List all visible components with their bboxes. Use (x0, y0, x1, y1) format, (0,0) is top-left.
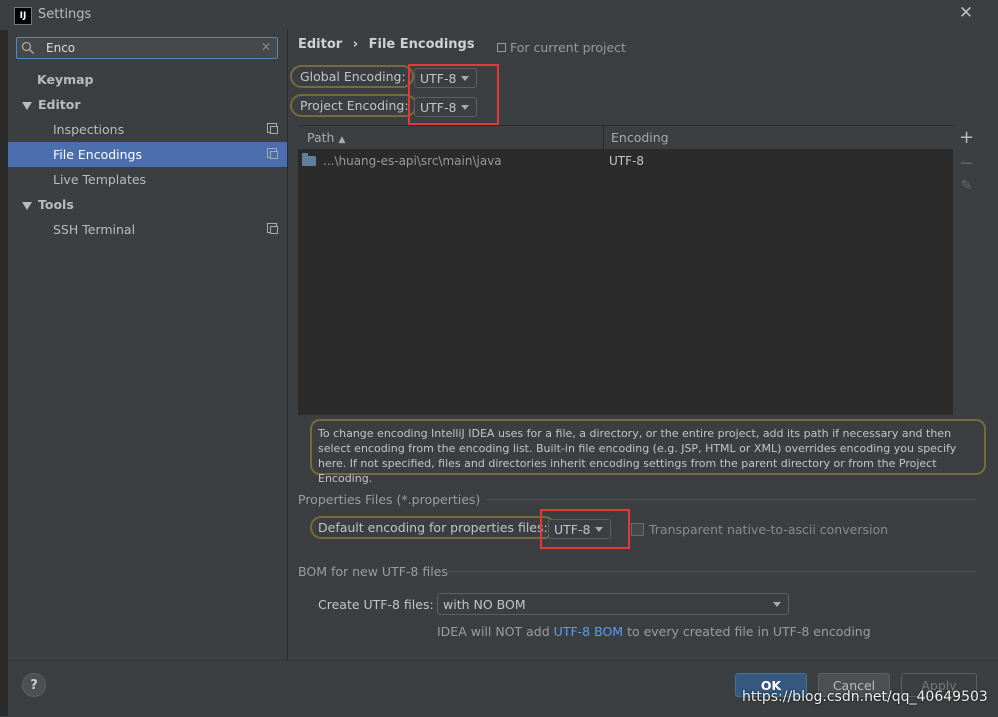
create-utf8-dropdown[interactable]: with NO BOM (437, 593, 789, 615)
create-utf8-label: Create UTF-8 files: (318, 597, 434, 612)
transparent-native-checkbox[interactable] (631, 523, 644, 536)
sidebar-item-label: Keymap (37, 72, 94, 87)
title-bar (0, 0, 998, 31)
edit-icon[interactable]: ✎ (955, 178, 978, 194)
column-header-path[interactable]: Path ▲ (307, 130, 345, 145)
properties-default-label: Default encoding for properties files: (310, 516, 556, 539)
utf8-bom-link[interactable]: UTF-8 BOM (554, 624, 623, 639)
app-icon: IJ (14, 7, 32, 25)
background-editor-strip (0, 30, 8, 716)
section-separator (486, 499, 976, 500)
project-scope-icon (267, 123, 278, 134)
sort-asc-icon: ▲ (338, 135, 346, 145)
close-icon[interactable]: ✕ (956, 3, 976, 25)
search-value: Enco (46, 41, 76, 55)
project-scope-icon (267, 223, 278, 234)
sidebar-item-file-encodings[interactable]: File Encodings (8, 142, 287, 167)
help-button[interactable]: ? (22, 673, 46, 697)
search-input[interactable]: Enco ✕ (16, 37, 278, 59)
global-encoding-label: Global Encoding: (290, 65, 414, 88)
folder-icon (302, 153, 316, 166)
transparent-native-label: Transparent native-to-ascii conversion (649, 522, 889, 537)
table-toolbar: + − ✎ (955, 125, 978, 415)
chevron-down-icon (461, 76, 469, 81)
breadcrumb-parent[interactable]: Editor (298, 37, 342, 52)
table-cell-encoding: UTF-8 (609, 154, 644, 168)
sidebar-item-label: Tools (38, 197, 74, 212)
window-title: Settings (38, 7, 92, 22)
chevron-down-icon (595, 527, 603, 532)
section-separator (447, 571, 976, 572)
properties-section-title: Properties Files (*.properties) (298, 492, 481, 507)
project-scope-icon (497, 43, 506, 52)
sidebar-item-editor[interactable]: Editor (8, 92, 287, 117)
table-row[interactable]: ...\huang-es-api\src\main\java UTF-8 (298, 150, 953, 172)
sidebar-item-label: Editor (38, 97, 81, 112)
column-divider (603, 126, 604, 149)
sidebar-item-inspections[interactable]: Inspections (8, 117, 287, 142)
table-cell-path: ...\huang-es-api\src\main\java (323, 154, 502, 168)
search-icon (21, 41, 34, 54)
bom-section-title: BOM for new UTF-8 files (298, 564, 448, 579)
sidebar-item-tools[interactable]: Tools (8, 192, 287, 217)
sidebar-item-label: Inspections (53, 122, 125, 137)
chevron-down-icon (461, 105, 469, 110)
sidebar-item-label: SSH Terminal (53, 222, 136, 237)
project-encoding-label: Project Encoding: (290, 94, 417, 117)
table-header: Path ▲ Encoding (298, 126, 953, 150)
sidebar-item-keymap[interactable]: Keymap (8, 67, 287, 92)
breadcrumb: Editor › File Encodings (298, 37, 475, 52)
chevron-down-icon (773, 602, 781, 607)
add-icon[interactable]: + (955, 127, 978, 148)
remove-icon[interactable]: − (955, 153, 978, 174)
breadcrumb-current: File Encodings (368, 37, 475, 52)
sidebar-item-label: File Encodings (53, 147, 143, 162)
global-encoding-dropdown[interactable]: UTF-8 (414, 68, 477, 88)
sidebar-item-label: Live Templates (53, 172, 147, 187)
info-text: To change encoding IntelliJ IDEA uses fo… (310, 419, 986, 485)
expand-triangle-icon[interactable] (22, 201, 32, 210)
scope-label: For current project (497, 40, 626, 55)
watermark: https://blog.csdn.net/qq_40649503 (742, 689, 988, 705)
project-scope-icon (267, 148, 278, 159)
properties-encoding-dropdown[interactable]: UTF-8 (548, 519, 611, 539)
sidebar-item-ssh-terminal[interactable]: SSH Terminal (8, 217, 287, 242)
sidebar-item-live-templates[interactable]: Live Templates (8, 167, 287, 192)
breadcrumb-separator: › (352, 37, 359, 52)
expand-triangle-icon[interactable] (22, 101, 32, 110)
column-header-encoding[interactable]: Encoding (611, 130, 669, 145)
bom-note: IDEA will NOT add UTF-8 BOM to every cre… (437, 624, 871, 639)
clear-icon[interactable]: ✕ (261, 40, 271, 54)
project-encoding-dropdown[interactable]: UTF-8 (414, 97, 477, 117)
